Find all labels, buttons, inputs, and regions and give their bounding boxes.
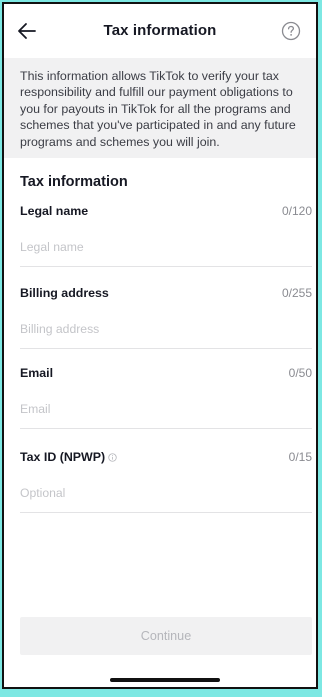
continue-button[interactable]: Continue [20,617,312,655]
email-input[interactable] [20,398,312,420]
app-screen: Tax information This information allows … [2,2,318,689]
email-label: Email [20,366,54,380]
help-button[interactable] [280,20,302,42]
billing-address-field: Billing address 0/255 [20,286,312,349]
tax-id-label-row: Tax ID (NPWP) [20,450,312,465]
page-title: Tax information [103,22,217,39]
billing-address-input[interactable] [20,318,312,340]
field-divider [20,512,312,513]
section-title: Tax information [20,174,128,190]
home-indicator [110,678,220,682]
billing-address-counter: 0/255 [281,286,312,300]
field-divider [20,348,312,349]
tax-id-input[interactable] [20,482,312,504]
info-description: This information allows TikTok to verify… [4,58,316,158]
tax-id-counter: 0/15 [288,450,312,464]
field-divider [20,266,312,267]
question-circle-icon [281,21,301,41]
tax-id-field: Tax ID (NPWP) 0/15 [20,450,312,513]
legal-name-counter: 0/120 [281,204,312,218]
top-navigation-bar: Tax information [4,4,316,58]
field-divider [20,428,312,429]
tax-id-label: Tax ID (NPWP) [20,450,106,464]
billing-address-label: Billing address [20,286,109,300]
legal-name-field: Legal name 0/120 [20,204,312,267]
email-field: Email 0/50 [20,366,312,429]
legal-name-input[interactable] [20,236,312,258]
legal-name-label: Legal name [20,204,89,218]
info-icon[interactable] [108,451,117,465]
email-counter: 0/50 [288,366,312,380]
